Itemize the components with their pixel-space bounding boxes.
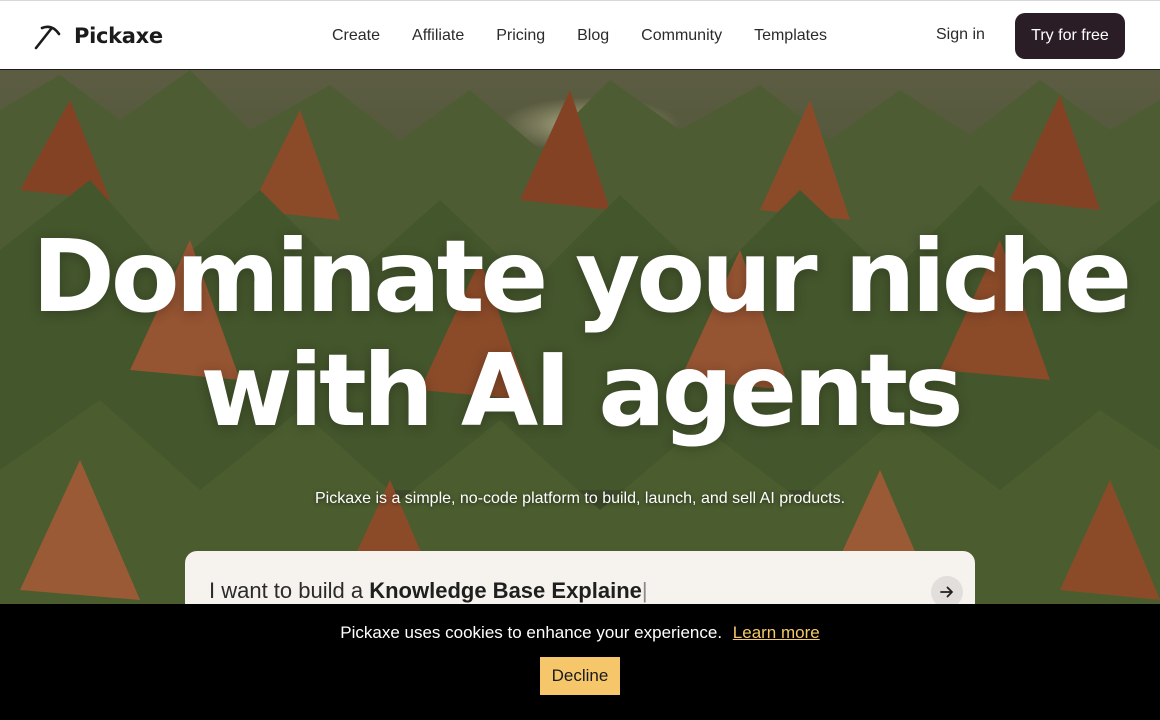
hero-subtitle: Pickaxe is a simple, no-code platform to…	[314, 490, 846, 507]
nav-pricing[interactable]: Pricing	[480, 27, 561, 45]
nav-community[interactable]: Community	[625, 27, 738, 45]
prompt-prefix: I want to build a	[209, 578, 364, 603]
hero-headline-line-1: Dominate your niche	[31, 218, 1132, 335]
pickaxe-logo-icon	[34, 25, 61, 50]
sign-in-link[interactable]: Sign in	[936, 26, 985, 44]
text-cursor: |	[641, 578, 648, 603]
nav-blog[interactable]: Blog	[561, 27, 625, 45]
hero-headline: Dominate your niche with AI agents	[0, 220, 1160, 448]
try-for-free-button[interactable]: Try for free	[1015, 13, 1125, 59]
prompt-text[interactable]: I want to build a Knowledge Base Explain…	[209, 578, 648, 604]
brand-logo[interactable]: Pickaxe	[34, 22, 163, 50]
learn-more-link[interactable]: Learn more	[733, 623, 820, 642]
arrow-right-icon	[940, 586, 953, 598]
main-nav: Create Affiliate Pricing Blog Community …	[316, 1, 843, 71]
decline-cookies-button[interactable]: Decline	[540, 657, 620, 695]
nav-affiliate[interactable]: Affiliate	[396, 27, 480, 45]
hero-headline-line-2: with AI agents	[200, 332, 963, 449]
nav-templates[interactable]: Templates	[738, 27, 843, 45]
nav-create[interactable]: Create	[316, 27, 396, 45]
cookie-message: Pickaxe uses cookies to enhance your exp…	[340, 623, 723, 642]
prompt-typed-value: Knowledge Base Explaine	[369, 578, 642, 603]
brand-name: Pickaxe	[74, 24, 163, 48]
cookie-banner: Pickaxe uses cookies to enhance your exp…	[0, 604, 1160, 720]
cookie-message-row: Pickaxe uses cookies to enhance your exp…	[0, 623, 1160, 643]
site-header: Pickaxe Create Affiliate Pricing Blog Co…	[0, 0, 1160, 70]
